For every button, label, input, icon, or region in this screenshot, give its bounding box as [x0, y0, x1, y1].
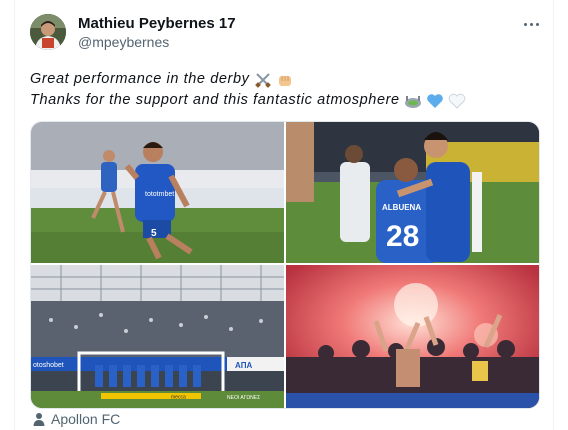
ad-board-4: ΝΕΟΙ ΑΓΩΝΕΣ [227, 395, 260, 401]
fans-flares-photo[interactable] [286, 265, 539, 408]
photo2-jersey: 28 [386, 220, 419, 253]
more-options-icon[interactable] [520, 14, 542, 34]
author-handle[interactable]: @mpeybernes [78, 34, 169, 50]
media-grid: tototmbet 5 ALBUENA 28 otoshobet ΑΠΑ mec… [30, 121, 540, 409]
location-tag[interactable]: Apollon FC [32, 411, 120, 427]
photo1-sponsor: tototmbet [145, 191, 174, 198]
person-icon [33, 413, 45, 426]
card-border-right [553, 0, 554, 430]
white-heart-icon [448, 93, 465, 109]
crossed-swords-icon [254, 72, 271, 88]
tweet-line-1: Great performance in the derby [30, 71, 250, 87]
raised-fist-icon [278, 75, 291, 86]
ad-board-3: ΑΠΑ [235, 361, 253, 370]
author-name[interactable]: Mathieu Peybernes 17 [78, 15, 236, 32]
tweet-line-2: Thanks for the support and this fantasti… [30, 92, 400, 108]
tweet-text: Great performance in the derby Thanks fo… [30, 69, 530, 111]
team-fans-goal-photo[interactable]: otoshobet ΑΠΑ mecca ΝΕΟΙ ΑΓΩΝΕΣ [31, 265, 284, 408]
photo2-shirt-name: ALBUENA [382, 203, 421, 212]
ad-board-2: mecca [171, 395, 186, 401]
photo1-jersey: 5 [151, 228, 157, 239]
ad-board-1: otoshobet [33, 362, 64, 369]
author-avatar[interactable] [30, 14, 66, 50]
card-border-left [14, 0, 15, 430]
player-celebrating-photo[interactable]: tototmbet 5 [31, 122, 284, 263]
location-label: Apollon FC [51, 411, 121, 427]
blue-heart-icon [426, 93, 443, 108]
stadium-icon [404, 95, 421, 108]
players-hugging-photo[interactable]: ALBUENA 28 [286, 122, 539, 263]
